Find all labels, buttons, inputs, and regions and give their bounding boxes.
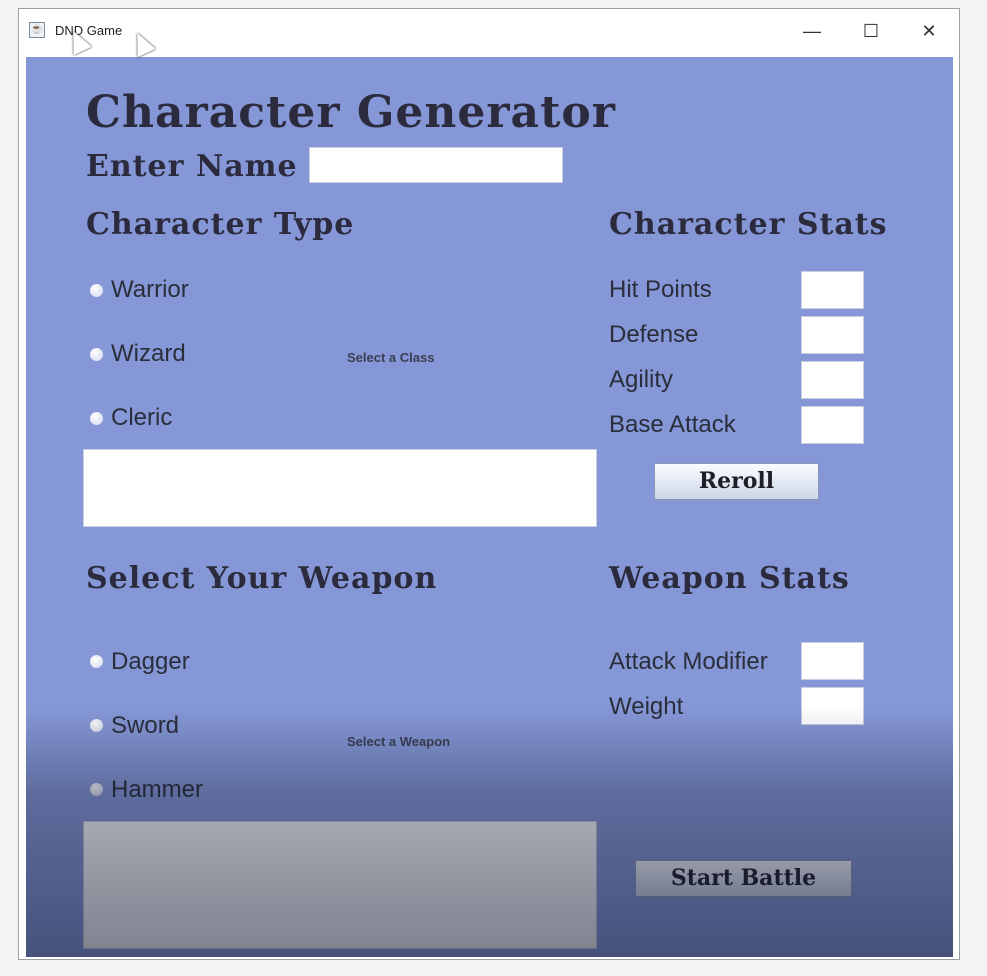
name-input[interactable] [309, 147, 563, 183]
weapon-stat-field-weight [801, 687, 864, 725]
weapon-status-label: Select a Weapon [347, 734, 451, 749]
radio-label-hammer[interactable]: Hammer [111, 776, 203, 804]
character-type-heading: Character Type [86, 207, 355, 242]
name-label: Enter Name [86, 149, 298, 184]
stat-field-hit-points [801, 271, 864, 309]
radio-wizard[interactable] [90, 348, 103, 361]
start-battle-button[interactable]: Start Battle [635, 860, 852, 897]
stat-field-base-attack [801, 406, 864, 444]
weapon-stat-label-attack-modifier: Attack Modifier [609, 648, 768, 675]
java-app-icon: ☕ [29, 22, 45, 38]
weapon-stats-heading: Weapon Stats [609, 561, 850, 596]
character-stats-heading: Character Stats [609, 207, 888, 242]
radio-cleric[interactable] [90, 412, 103, 425]
radio-label-sword[interactable]: Sword [111, 712, 179, 740]
content-panel: Character Generator Enter Name Character… [26, 57, 953, 957]
radio-dagger[interactable] [90, 655, 103, 668]
minimize-button[interactable]: — [792, 17, 832, 45]
radio-hammer[interactable] [90, 783, 103, 796]
stat-label-agility: Agility [609, 366, 674, 393]
radio-label-warrior[interactable]: Warrior [111, 276, 189, 304]
weapon-description-area[interactable] [83, 821, 597, 949]
stat-label-base-attack: Base Attack [609, 411, 736, 438]
stat-label-defense: Defense [609, 321, 699, 348]
radio-warrior[interactable] [90, 284, 103, 297]
maximize-button[interactable]: ☐ [851, 17, 891, 45]
weapon-stat-field-attack-modifier [801, 642, 864, 680]
stat-label-hit-points: Hit Points [609, 276, 712, 303]
weapon-heading: Select Your Weapon [86, 561, 438, 596]
stat-field-defense [801, 316, 864, 354]
class-status-label: Select a Class [347, 350, 435, 365]
page-title: Character Generator [86, 87, 616, 138]
class-description-area[interactable] [83, 449, 597, 527]
radio-label-wizard[interactable]: Wizard [111, 340, 186, 368]
radio-label-cleric[interactable]: Cleric [111, 404, 172, 432]
radio-label-dagger[interactable]: Dagger [111, 648, 190, 676]
reroll-button[interactable]: Reroll [654, 463, 819, 500]
close-button[interactable]: ✕ [909, 17, 949, 45]
radio-sword[interactable] [90, 719, 103, 732]
title-bar[interactable]: ☕ DND Game — ☐ ✕ [19, 9, 959, 55]
stat-field-agility [801, 361, 864, 399]
app-window: ☕ DND Game — ☐ ✕ Character Generator Ent… [18, 8, 960, 960]
weapon-stat-label-weight: Weight [609, 693, 684, 720]
